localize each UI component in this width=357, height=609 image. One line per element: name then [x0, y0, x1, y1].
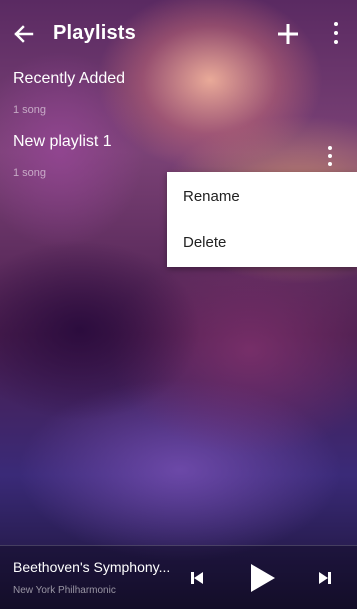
more-vert-icon	[334, 22, 338, 26]
playlist-name: Recently Added	[13, 70, 126, 87]
play-button[interactable]	[247, 562, 277, 599]
toolbar: Playlists	[0, 0, 357, 64]
track-title: Beethoven's Symphony...	[13, 559, 171, 575]
skip-previous-icon	[191, 572, 203, 584]
next-button[interactable]	[318, 571, 332, 590]
rename-menu-item[interactable]: Rename	[167, 174, 357, 220]
more-vert-icon-dot	[334, 31, 338, 35]
arrow-left-icon	[14, 25, 34, 43]
delete-menu-item[interactable]: Delete	[167, 220, 357, 266]
playlist-song-count: 1 song	[13, 167, 47, 179]
more-vert-icon-dot	[328, 162, 332, 166]
play-icon	[251, 564, 275, 592]
track-artist: New York Philharmonic	[13, 585, 116, 596]
plus-icon	[278, 24, 298, 44]
mini-player[interactable]: Beethoven's Symphony... New York Philhar…	[0, 545, 357, 609]
overflow-menu-button[interactable]	[322, 18, 350, 50]
playlist-item-recently-added[interactable]: Recently Added 1 song	[0, 64, 357, 124]
more-vert-icon-dot	[328, 154, 332, 158]
back-button[interactable]	[10, 20, 38, 48]
page-title: Playlists	[53, 22, 136, 44]
context-menu: Rename Delete	[167, 172, 357, 267]
add-playlist-button[interactable]	[272, 18, 304, 50]
more-vert-icon	[328, 146, 332, 150]
skip-next-icon	[319, 572, 331, 584]
playlist-name: New playlist 1	[13, 133, 112, 150]
playlists-screen: Playlists Recently Added 1 song New play…	[0, 0, 357, 609]
playlist-item-menu-button[interactable]	[318, 144, 342, 170]
previous-button[interactable]	[190, 571, 204, 590]
more-vert-icon-dot	[334, 40, 338, 44]
playlist-song-count: 1 song	[13, 104, 47, 116]
